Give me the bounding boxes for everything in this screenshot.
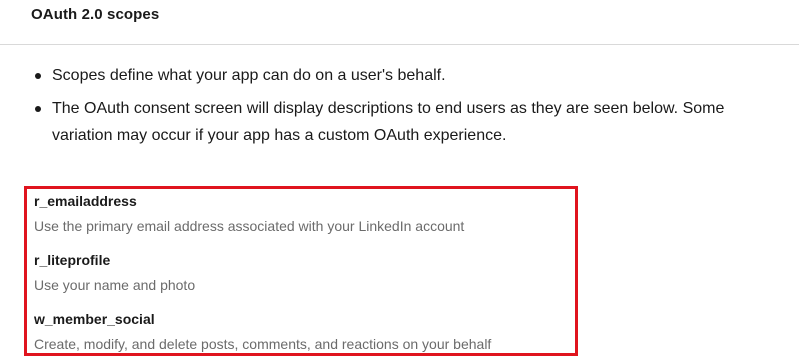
scope-name: w_member_social bbox=[34, 311, 155, 327]
info-bullet-text: Scopes define what your app can do on a … bbox=[52, 67, 446, 84]
section-header: OAuth 2.0 scopes bbox=[0, 0, 799, 45]
info-bullet-item: The OAuth consent screen will display de… bbox=[0, 95, 799, 149]
section-title: OAuth 2.0 scopes bbox=[31, 6, 160, 23]
info-bullet-list: Scopes define what your app can do on a … bbox=[0, 62, 799, 155]
scopes-highlight-box: r_emailaddress Use the primary email add… bbox=[24, 186, 578, 356]
bullet-dot-icon bbox=[35, 73, 41, 79]
scope-item-w-member-social: w_member_social Create, modify, and dele… bbox=[34, 310, 491, 353]
scope-name: r_emailaddress bbox=[34, 193, 137, 209]
scope-description: Create, modify, and delete posts, commen… bbox=[34, 336, 492, 352]
scope-name: r_liteprofile bbox=[34, 252, 111, 268]
bullet-dot-icon bbox=[35, 106, 41, 112]
scope-item-r-emailaddress: r_emailaddress Use the primary email add… bbox=[34, 192, 464, 235]
info-bullet-item: Scopes define what your app can do on a … bbox=[0, 62, 799, 89]
info-bullet-text: The OAuth consent screen will display de… bbox=[52, 100, 725, 144]
scope-description: Use your name and photo bbox=[34, 277, 196, 293]
scope-item-r-liteprofile: r_liteprofile Use your name and photo bbox=[34, 251, 195, 294]
scope-description: Use the primary email address associated… bbox=[34, 218, 465, 234]
